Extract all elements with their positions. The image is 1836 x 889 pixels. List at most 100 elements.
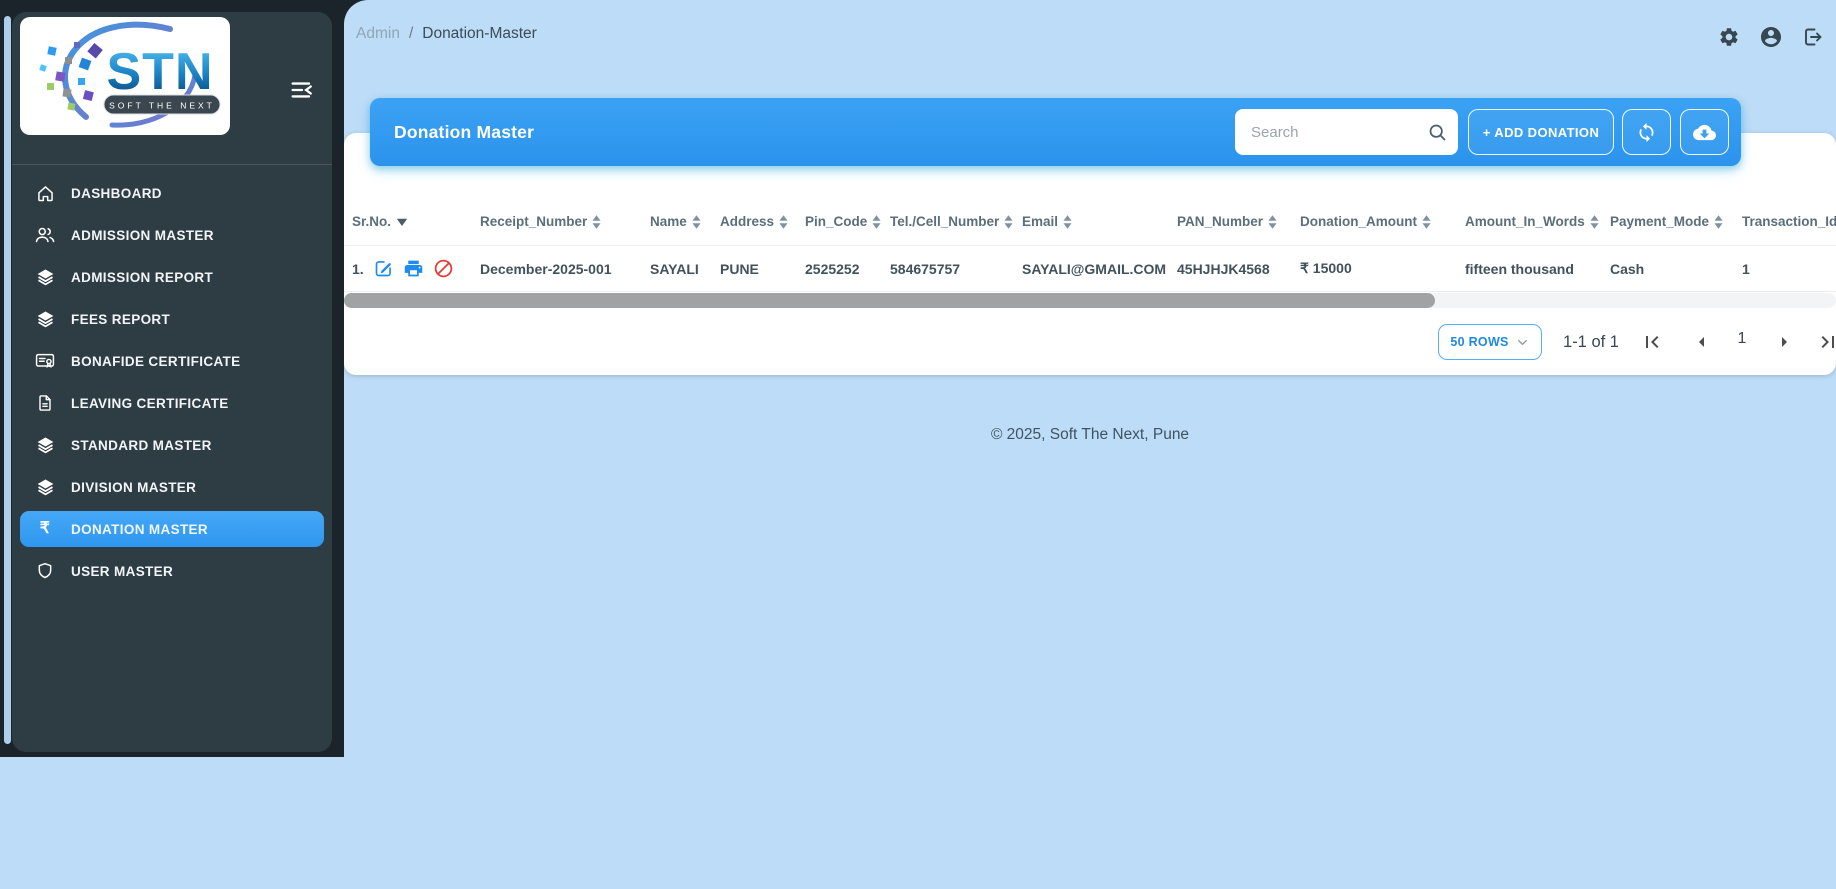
sort-icon [1422,214,1431,229]
sidebar-item-user-master[interactable]: USER MASTER [12,550,332,592]
column-header-sr-no[interactable]: Sr.No. [352,214,480,229]
horizontal-scrollbar-thumb[interactable] [344,293,1435,308]
sidebar-item-standard-master[interactable]: STANDARD MASTER [12,424,332,466]
account-circle-icon [1761,27,1781,47]
export-download-button[interactable] [1680,109,1729,155]
print-icon [404,260,422,277]
breadcrumb: Admin / Donation-Master [356,25,537,43]
horizontal-scrollbar-track[interactable] [344,293,1836,308]
pagination-range: 1-1 of 1 [1563,332,1619,351]
next-page-button[interactable] [1772,330,1796,354]
sidebar-item-dashboard[interactable]: DASHBOARD [12,172,332,214]
breadcrumb-current: Donation-Master [422,25,537,42]
table-row: 1. December-2025-001 SAYALI PUNE 2525252… [344,246,1836,292]
sidebar-item-label: ADMISSION MASTER [71,227,214,243]
panel-title: Donation Master [394,122,535,142]
cell-pan-number: 45HJHJK4568 [1177,260,1270,277]
column-header-amount-in-words[interactable]: Amount_In_Words [1465,214,1610,229]
breadcrumb-separator: / [408,25,414,42]
search-input[interactable] [1249,122,1427,142]
sidebar-item-bonafide-certificate[interactable]: BONAFIDE CERTIFICATE [12,340,332,382]
cloud-download-icon [1693,124,1716,140]
sidebar-item-donation-master[interactable]: ₹ DONATION MASTER [20,511,324,547]
first-page-button[interactable] [1640,330,1664,354]
sidebar-item-label: LEAVING CERTIFICATE [71,395,229,411]
sidebar-item-label: STANDARD MASTER [71,437,212,453]
cell-amount-in-words: fifteen thousand [1465,260,1574,277]
logout-button[interactable] [1801,25,1825,49]
sidebar-item-admission-report[interactable]: ADMISSION REPORT [12,256,332,298]
sidebar-item-leaving-certificate[interactable]: LEAVING CERTIFICATE [12,382,332,424]
column-header-transaction-id[interactable]: Transaction_Id [1742,214,1836,229]
column-header-email[interactable]: Email [1022,214,1177,229]
sidebar-item-fees-report[interactable]: FEES REPORT [12,298,332,340]
column-header-receipt-number[interactable]: Receipt_Number [480,214,650,229]
edit-button[interactable] [373,258,394,279]
logo-text: STN [107,43,214,101]
block-button[interactable] [433,258,454,279]
sidebar-item-division-master[interactable]: DIVISION MASTER [12,466,332,508]
next-page-icon [1782,337,1787,347]
current-page-number: 1 [1737,330,1747,347]
certificate-icon [34,350,56,372]
rows-per-page-button[interactable]: 50 ROWS [1438,324,1542,360]
last-page-icon [1821,336,1834,348]
cell-address: PUNE [720,260,759,277]
breadcrumb-admin-link[interactable]: Admin [356,25,400,43]
print-button[interactable] [403,258,424,279]
sort-icon [779,214,788,229]
cell-tel-cell-number: 584675757 [890,260,961,277]
donation-master-page: STN SOFT THE NEXT DASHBOARD ADMISSION MA… [0,0,1836,889]
sidebar-item-label: ADMISSION REPORT [71,269,214,285]
column-header-pin-code[interactable]: Pin_Code [805,214,890,229]
edit-icon [375,261,391,277]
brand-logo: STN SOFT THE NEXT [20,17,230,135]
sidebar-collapse-button[interactable] [284,72,320,108]
account-button[interactable] [1759,25,1783,49]
search-box [1235,109,1458,155]
sidebar-item-admission-master[interactable]: ADMISSION MASTER [12,214,332,256]
stn-logo-graphic: STN SOFT THE NEXT [39,21,221,128]
settings-button[interactable] [1717,25,1741,49]
column-header-tel-cell-number[interactable]: Tel./Cell_Number [890,214,1022,229]
search-icon[interactable] [1427,122,1448,143]
column-header-pan-number[interactable]: PAN_Number [1177,214,1300,229]
sidebar-item-label: USER MASTER [71,563,174,579]
sort-icon [1714,214,1723,229]
cell-name: SAYALI [650,260,699,277]
refresh-button[interactable] [1622,109,1671,155]
shield-icon [34,560,56,582]
document-icon [34,392,56,414]
cell-pin-code: 2525252 [805,260,860,277]
sort-icon [872,214,881,229]
column-header-name[interactable]: Name [650,214,720,229]
chevron-down-icon [1517,339,1527,345]
layers-icon [34,434,56,456]
sort-icon [692,214,701,229]
logout-icon [1805,28,1822,46]
rupee-icon: ₹ [39,520,51,537]
cell-email: SAYALI@GMAIL.COM [1022,260,1167,277]
column-header-donation-amount[interactable]: Donation_Amount [1300,214,1465,229]
last-page-button[interactable] [1816,330,1836,354]
previous-page-button[interactable] [1690,330,1714,354]
sort-icon [1268,214,1277,229]
sidebar-item-label: BONAFIDE CERTIFICATE [71,353,241,369]
collapse-menu-icon [291,82,312,98]
layers-icon [34,308,56,330]
sidebar-item-label: DASHBOARD [71,185,162,201]
previous-page-icon [1699,337,1704,347]
column-header-payment-mode[interactable]: Payment_Mode [1610,214,1742,229]
sidebar-divider [12,164,332,165]
block-icon [434,259,452,278]
sort-icon [592,214,601,229]
add-donation-button[interactable]: + ADD DONATION [1468,109,1614,155]
sidebar-scrollbar[interactable] [4,16,11,744]
layers-icon [34,476,56,498]
logo-tagline: SOFT THE NEXT [109,101,215,111]
row-actions: 1. [352,258,480,279]
sidebar: STN SOFT THE NEXT DASHBOARD ADMISSION MA… [12,12,332,752]
sort-icon [1590,214,1599,229]
column-header-address[interactable]: Address [720,214,805,229]
row-sr-no: 1. [352,260,364,277]
